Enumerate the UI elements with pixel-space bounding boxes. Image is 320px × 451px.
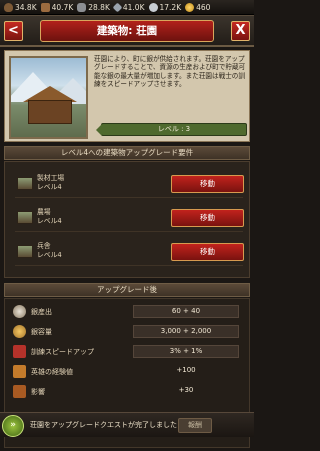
hero-experience-icon [13, 365, 26, 378]
requirements-header: レベル4への建築物アップグレード要件 [4, 146, 250, 160]
upgrade-row: 影響 +30 [11, 384, 247, 401]
building-info-panel: 荘園により、町に銀が供給されます。荘園をアップグレードすることで、資源の生産およ… [4, 50, 250, 142]
level-indicator: レベル : 3 [96, 123, 247, 136]
gold-coin-icon [185, 2, 195, 12]
wood-resource: 40.7K [40, 2, 73, 12]
requirement-row: 兵舎 レベル4 移動 [15, 238, 244, 266]
stone-icon [77, 2, 87, 12]
training-speed-icon [13, 345, 26, 358]
move-button-sawmill[interactable]: 移動 [171, 175, 244, 193]
influence-icon [13, 385, 26, 398]
reward-button[interactable]: 報酬 [178, 418, 212, 433]
barracks-icon [17, 245, 33, 258]
stone-resource: 28.8K [77, 2, 110, 12]
move-button-farm[interactable]: 移動 [171, 209, 244, 227]
requirement-label: 兵舎 レベル4 [37, 242, 62, 259]
iron-resource: 41.0K [112, 2, 145, 12]
manor-building-image [9, 56, 88, 139]
requirement-row: 農場 レベル4 移動 [15, 204, 244, 232]
gold-resource[interactable]: 460 [185, 2, 210, 12]
requirements-panel: 製材工場 レベル4 移動 農場 レベル4 移動 兵舎 レベル4 移動 [4, 161, 250, 278]
upgrade-row: 銀容量 3,000 + 2,000 [11, 324, 247, 341]
food-icon [4, 2, 13, 12]
upgrade-row: 訓練スピードアップ 3% + 1% [11, 344, 247, 361]
resource-bar: 34.8K 40.7K 28.8K 41.0K 17.2K 460 [0, 0, 254, 15]
window-header: < 建築物: 荘園 X [0, 15, 254, 47]
upgrade-row: 銀産出 60 + 40 [11, 304, 247, 321]
silver-capacity-icon [13, 325, 26, 338]
building-hall [28, 100, 72, 124]
sawmill-icon [17, 177, 33, 190]
close-button[interactable]: X [231, 21, 250, 41]
back-button[interactable]: < [4, 21, 23, 41]
quest-message: 荘園をアップグレードクエストが完了しました! [30, 421, 180, 429]
upgrade-row: 英雄の経験値 +100 [11, 364, 247, 381]
iron-icon [112, 2, 123, 12]
silver-resource: 17.2K [148, 2, 181, 12]
wood-icon [40, 2, 50, 12]
move-button-barracks[interactable]: 移動 [171, 243, 244, 261]
requirement-label: 農場 レベル4 [37, 208, 62, 225]
silver-production-icon [13, 305, 26, 318]
quest-complete-bar[interactable]: » 荘園をアップグレードクエストが完了しました! 報酬 [0, 412, 254, 437]
chevron-down-icon[interactable]: » [2, 415, 24, 437]
food-resource: 34.8K [4, 2, 37, 12]
building-description: 荘園により、町に銀が供給されます。荘園をアップグレードすることで、資源の生産およ… [94, 55, 246, 89]
farm-icon [17, 211, 33, 224]
page-title: 建築物: 荘園 [40, 20, 214, 42]
silver-icon [148, 2, 158, 12]
upgrade-header: アップグレード後 [4, 283, 250, 297]
requirement-row: 製材工場 レベル4 移動 [15, 170, 244, 198]
requirement-label: 製材工場 レベル4 [37, 174, 65, 191]
